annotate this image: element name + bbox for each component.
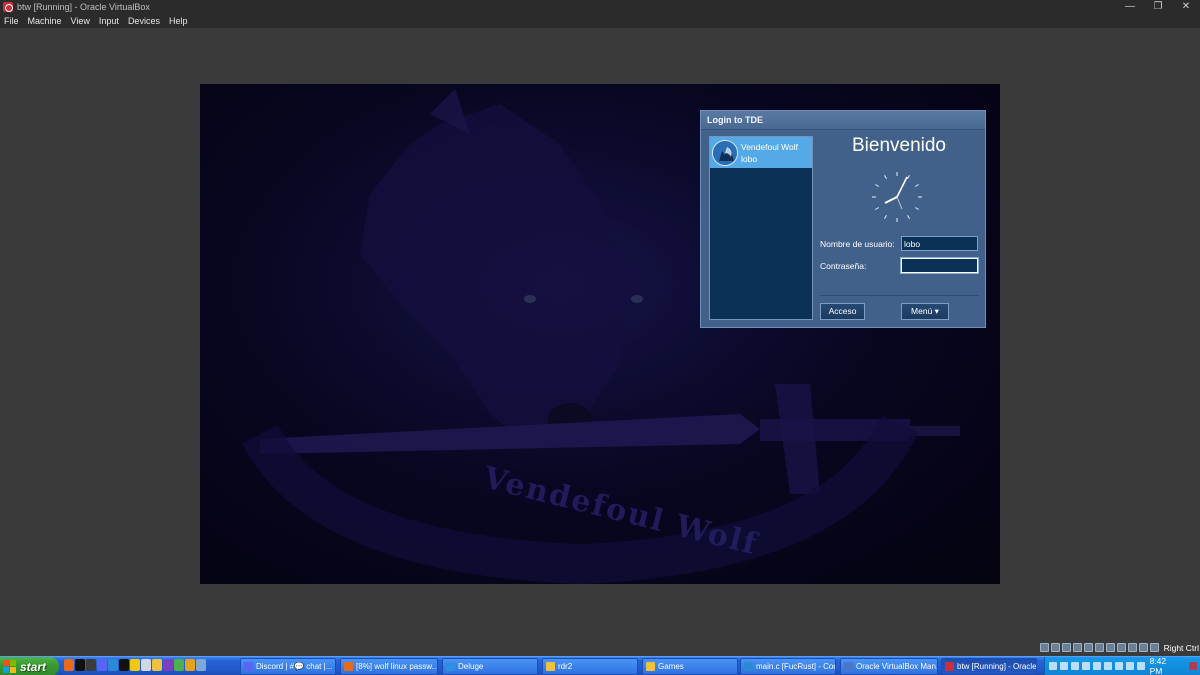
xbox-icon[interactable] bbox=[174, 659, 184, 671]
window-icon[interactable] bbox=[196, 659, 206, 671]
steam-tray-icon[interactable] bbox=[1092, 662, 1101, 670]
firefox-icon[interactable] bbox=[64, 659, 74, 671]
nvidia-tray-icon[interactable] bbox=[1049, 662, 1057, 670]
menu-machine[interactable]: Machine bbox=[27, 16, 63, 26]
user-login-name: lobo bbox=[741, 153, 758, 164]
network-icon[interactable] bbox=[1125, 662, 1134, 670]
virtualbox-vm-task-icon bbox=[945, 662, 954, 671]
security-tray-icon[interactable] bbox=[1136, 662, 1145, 670]
vm-status-bar: Right Ctrl bbox=[1039, 641, 1200, 654]
task-virtualbox-manager[interactable]: Oracle VirtualBox Man... bbox=[840, 658, 938, 675]
password-label: Contraseña: bbox=[820, 261, 867, 271]
obs-icon[interactable] bbox=[75, 659, 85, 671]
virtualbox-task-icon bbox=[844, 662, 853, 671]
username-label: Nombre de usuario: bbox=[820, 239, 895, 249]
folder-task-icon bbox=[646, 662, 655, 671]
window-controls: — ❐ ✕ bbox=[1116, 0, 1200, 14]
task-deluge[interactable]: Deluge bbox=[442, 658, 538, 675]
login-button[interactable]: Acceso bbox=[820, 303, 865, 320]
start-button[interactable]: start bbox=[0, 657, 59, 675]
task-firefox[interactable]: [8%] wolf linux passw... bbox=[340, 658, 438, 675]
app-icon[interactable] bbox=[163, 659, 173, 671]
password-field[interactable] bbox=[900, 257, 979, 274]
menu-devices[interactable]: Devices bbox=[127, 16, 161, 26]
window-titlebar: btw [Running] - Oracle VirtualBox — ❐ ✕ bbox=[0, 0, 1200, 14]
task-rdr2-folder[interactable]: rdr2 bbox=[542, 658, 638, 675]
windows-flag-icon bbox=[3, 660, 16, 673]
user-display-name: Vendefoul Wolf bbox=[741, 141, 799, 152]
user-list[interactable]: Vendefoul Wolf lobo bbox=[709, 136, 813, 320]
task-vscode[interactable]: main.c [FucRust] - Cod... bbox=[740, 658, 836, 675]
cpu-status-icon[interactable] bbox=[1127, 643, 1137, 652]
login-dialog-title: Login to TDE bbox=[701, 111, 985, 130]
terminal-icon[interactable] bbox=[119, 659, 129, 671]
username-field[interactable] bbox=[901, 236, 978, 251]
welcome-heading: Bienvenido bbox=[851, 135, 947, 156]
recording-status-icon[interactable] bbox=[1116, 643, 1126, 652]
folder-task-icon bbox=[546, 662, 555, 671]
hdd-status-icon[interactable] bbox=[1039, 643, 1049, 652]
deluge-task-icon bbox=[446, 662, 455, 671]
task-discord[interactable]: Discord | #💬 chat |... bbox=[240, 658, 336, 675]
task-label: main.c [FucRust] - Cod... bbox=[756, 662, 836, 671]
network-status-icon[interactable] bbox=[1072, 643, 1082, 652]
shared-folders-status-icon[interactable] bbox=[1094, 643, 1104, 652]
audio-status-icon[interactable] bbox=[1061, 643, 1071, 652]
host-key-label: Right Ctrl bbox=[1163, 642, 1199, 653]
discord-tray-icon[interactable] bbox=[1103, 662, 1112, 670]
steam-icon[interactable] bbox=[86, 659, 96, 671]
taskbar: start Discord | #💬 chat |... [8%] wolf l… bbox=[0, 656, 1200, 675]
vscode-icon[interactable] bbox=[108, 659, 118, 671]
dialog-separator bbox=[820, 295, 979, 296]
wolf-avatar-icon bbox=[713, 140, 737, 165]
task-games-folder[interactable]: Games bbox=[642, 658, 738, 675]
mouse-integration-icon[interactable] bbox=[1138, 643, 1148, 652]
notepad-icon[interactable] bbox=[141, 659, 151, 671]
login-dialog: Login to TDE Vendefoul Wolf lobo Bienven… bbox=[700, 110, 986, 328]
usb-tray-icon[interactable] bbox=[1059, 662, 1068, 670]
menu-button[interactable]: Menú ▾ bbox=[901, 303, 949, 320]
task-label: Oracle VirtualBox Man... bbox=[856, 662, 938, 671]
usb-status-icon[interactable] bbox=[1083, 643, 1093, 652]
antivirus-tray-icon[interactable] bbox=[1070, 662, 1079, 670]
user-avatar bbox=[712, 139, 738, 166]
notification-icon[interactable] bbox=[1189, 662, 1197, 670]
minimize-button[interactable]: — bbox=[1116, 0, 1144, 14]
menu-help[interactable]: Help bbox=[168, 16, 189, 26]
guest-display[interactable]: Vendefoul Wolf Login to TDE Vendefoul Wo… bbox=[200, 84, 1000, 584]
display-status-icon[interactable] bbox=[1105, 643, 1115, 652]
task-label: Discord | #💬 chat |... bbox=[256, 662, 333, 671]
volume-icon[interactable] bbox=[1114, 662, 1123, 670]
task-label: btw [Running] - Oracle... bbox=[957, 662, 1037, 671]
optical-drive-status-icon[interactable] bbox=[1050, 643, 1060, 652]
discord-task-icon bbox=[244, 662, 253, 671]
taskbar-clock[interactable]: 8:42 PM bbox=[1150, 656, 1181, 675]
discord-icon[interactable] bbox=[97, 659, 107, 671]
vscode-task-icon bbox=[744, 662, 753, 671]
restore-button[interactable]: ❐ bbox=[1144, 0, 1172, 14]
start-label: start bbox=[20, 659, 47, 674]
window-title: btw [Running] - Oracle VirtualBox bbox=[17, 2, 150, 12]
task-label: Deluge bbox=[458, 662, 484, 671]
menu-file[interactable]: File bbox=[3, 16, 20, 26]
menubar: File Machine View Input Devices Help bbox=[0, 14, 1200, 28]
task-label: Games bbox=[658, 662, 684, 671]
task-label: rdr2 bbox=[558, 662, 573, 671]
task-label: [8%] wolf linux passw... bbox=[356, 662, 438, 671]
firefox-task-icon bbox=[344, 662, 353, 671]
virtualbox-app-icon bbox=[3, 2, 13, 12]
whatsapp-tray-icon[interactable] bbox=[1081, 662, 1090, 670]
menu-view[interactable]: View bbox=[70, 16, 91, 26]
game-icon[interactable] bbox=[185, 659, 195, 671]
system-tray: 8:42 PM bbox=[1044, 656, 1200, 675]
folder-icon[interactable] bbox=[152, 659, 162, 671]
menu-input[interactable]: Input bbox=[98, 16, 120, 26]
close-button[interactable]: ✕ bbox=[1172, 0, 1200, 14]
duck-icon[interactable] bbox=[130, 659, 140, 671]
user-list-item[interactable]: Vendefoul Wolf lobo bbox=[710, 137, 812, 168]
task-virtualbox-vm[interactable]: btw [Running] - Oracle... bbox=[941, 658, 1037, 675]
quick-launch bbox=[64, 659, 207, 671]
keyboard-capture-icon[interactable] bbox=[1149, 643, 1159, 652]
analog-clock-icon bbox=[872, 172, 922, 222]
